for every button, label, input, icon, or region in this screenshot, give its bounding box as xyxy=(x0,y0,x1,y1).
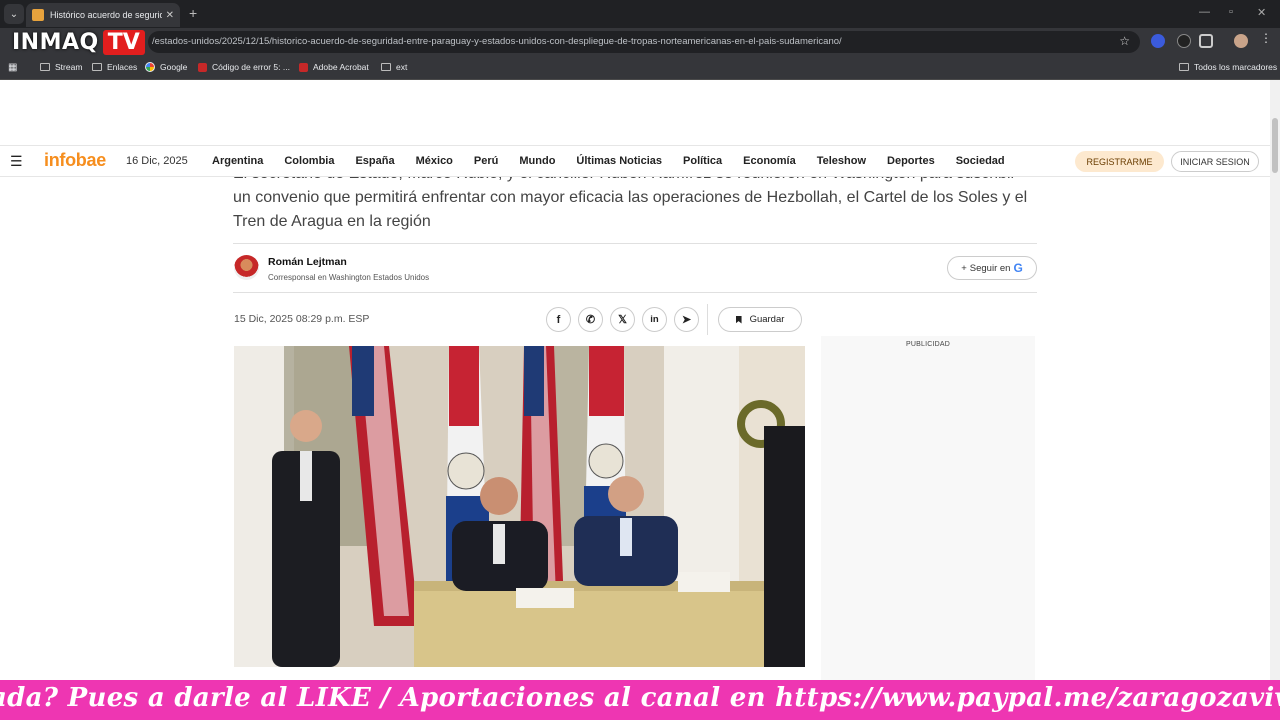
tab-title: Histórico acuerdo de seguridad xyxy=(50,10,162,20)
nav-mundo[interactable]: Mundo xyxy=(519,155,555,167)
window-close-icon[interactable]: ✕ xyxy=(1257,6,1266,19)
nav-sociedad[interactable]: Sociedad xyxy=(956,155,1005,167)
ticker-text: ada? Pues a darle al LIKE / Aportaciones… xyxy=(0,683,1280,713)
nav-peru[interactable]: Perú xyxy=(474,155,498,167)
plus-icon: + xyxy=(961,262,967,274)
browser-menu-icon[interactable]: ⋮ xyxy=(1260,31,1274,45)
error-page-icon xyxy=(198,62,207,72)
tab-close-icon[interactable]: ✕ xyxy=(166,10,174,21)
nav-economia[interactable]: Economía xyxy=(743,155,796,167)
nav-argentina[interactable]: Argentina xyxy=(212,155,263,167)
bookmark-icon xyxy=(735,315,742,324)
nav-teleshow[interactable]: Teleshow xyxy=(817,155,866,167)
nav-colombia[interactable]: Colombia xyxy=(284,155,334,167)
bookmark-ext[interactable]: ext xyxy=(381,62,407,72)
folder-icon xyxy=(40,63,50,71)
acrobat-icon xyxy=(299,62,308,72)
extension-off-icon[interactable] xyxy=(1177,34,1191,48)
google-icon xyxy=(145,62,155,72)
divider xyxy=(233,292,1037,293)
infobae-logo[interactable]: infobae xyxy=(44,150,106,171)
browser-tab-bar: ⌄ Histórico acuerdo de seguridad ✕ + — ▫… xyxy=(0,0,1280,28)
page-scrollbar[interactable] xyxy=(1270,80,1280,680)
divider xyxy=(233,243,1037,244)
new-tab-button[interactable]: + xyxy=(189,5,197,21)
follow-on-google-button[interactable]: + Seguir en G xyxy=(947,256,1037,280)
profile-avatar[interactable] xyxy=(1234,34,1248,48)
tab-search-button[interactable]: ⌄ xyxy=(4,4,24,24)
telegram-share-icon[interactable]: ➤ xyxy=(674,307,699,332)
login-button[interactable]: INICIAR SESION xyxy=(1171,151,1259,172)
folder-icon xyxy=(1179,63,1189,71)
publish-date: 15 Dic, 2025 08:29 p.m. ESP xyxy=(234,313,370,325)
url-text[interactable]: /estados-unidos/2025/12/15/historico-acu… xyxy=(152,36,842,47)
address-toolbar: /estados-unidos/2025/12/15/historico-acu… xyxy=(0,28,1280,56)
nav-date: 16 Dic, 2025 xyxy=(126,155,188,167)
nav-ultimas-noticias[interactable]: Últimas Noticias xyxy=(576,155,662,167)
share-divider xyxy=(707,304,708,335)
nav-espana[interactable]: España xyxy=(355,155,394,167)
ad-slot[interactable]: PUBLICIDAD xyxy=(821,336,1035,680)
tv-logo-badge: TV xyxy=(102,29,145,55)
extensions-puzzle-icon[interactable] xyxy=(1199,34,1213,48)
address-bar[interactable]: /estados-unidos/2025/12/15/historico-acu… xyxy=(148,31,1140,53)
author-role: Corresponsal en Washington Estados Unido… xyxy=(268,273,430,282)
all-bookmarks[interactable]: Todos los marcadores xyxy=(1179,62,1277,72)
maximize-icon[interactable]: ▫ xyxy=(1229,6,1233,18)
nav-politica[interactable]: Política xyxy=(683,155,722,167)
register-button[interactable]: REGISTRARME xyxy=(1075,151,1164,172)
author-avatar[interactable] xyxy=(234,255,259,280)
ad-label: PUBLICIDAD xyxy=(905,341,950,348)
press-conference-image xyxy=(234,346,805,667)
save-label: Guardar xyxy=(749,314,785,325)
facebook-share-icon[interactable]: f xyxy=(546,307,571,332)
browser-tab-active[interactable]: Histórico acuerdo de seguridad ✕ xyxy=(26,3,180,27)
stream-ticker-banner: ada? Pues a darle al LIKE / Aportaciones… xyxy=(0,680,1280,720)
x-share-icon[interactable]: 𝕏 xyxy=(610,307,635,332)
bookmark-stream[interactable]: Stream xyxy=(40,62,82,72)
section-nav: Argentina Colombia España México Perú Mu… xyxy=(212,155,1026,167)
nav-deportes[interactable]: Deportes xyxy=(887,155,935,167)
minimize-icon[interactable]: — xyxy=(1199,6,1210,18)
menu-search-icon[interactable]: ☰ xyxy=(10,153,28,169)
whatsapp-share-icon[interactable]: ✆ xyxy=(578,307,603,332)
article-main-photo[interactable] xyxy=(234,346,805,667)
author-name[interactable]: Román Lejtman xyxy=(268,256,347,268)
bookmark-star-icon[interactable]: ☆ xyxy=(1119,34,1130,48)
linkedin-share-icon[interactable]: in xyxy=(642,307,667,332)
save-button[interactable]: Guardar xyxy=(718,307,802,332)
folder-icon xyxy=(92,63,102,71)
inmaq-logo-text: INMAQ xyxy=(12,29,99,55)
site-navbar: ☰ infobae 16 Dic, 2025 Argentina Colombi… xyxy=(0,145,1270,177)
bookmark-adobe-acrobat[interactable]: Adobe Acrobat xyxy=(299,62,369,72)
bookmarks-bar: ▦ Stream Enlaces Google Código de error … xyxy=(0,56,1280,80)
google-g-icon: G xyxy=(1013,261,1023,275)
infobae-favicon-icon xyxy=(32,9,44,21)
bookmark-google[interactable]: Google xyxy=(145,62,187,72)
bookmark-codigo-error[interactable]: Código de error 5: ... xyxy=(198,62,290,72)
bookmark-enlaces[interactable]: Enlaces xyxy=(92,62,137,72)
extension-icon[interactable] xyxy=(1151,34,1165,48)
folder-icon xyxy=(381,63,391,71)
apps-grid-icon[interactable]: ▦ xyxy=(8,62,17,73)
inmaq-tv-overlay-logo: INMAQ TV xyxy=(12,29,145,55)
follow-label: Seguir en xyxy=(969,262,1011,274)
nav-mexico[interactable]: México xyxy=(416,155,453,167)
scrollbar-thumb[interactable] xyxy=(1272,118,1278,173)
